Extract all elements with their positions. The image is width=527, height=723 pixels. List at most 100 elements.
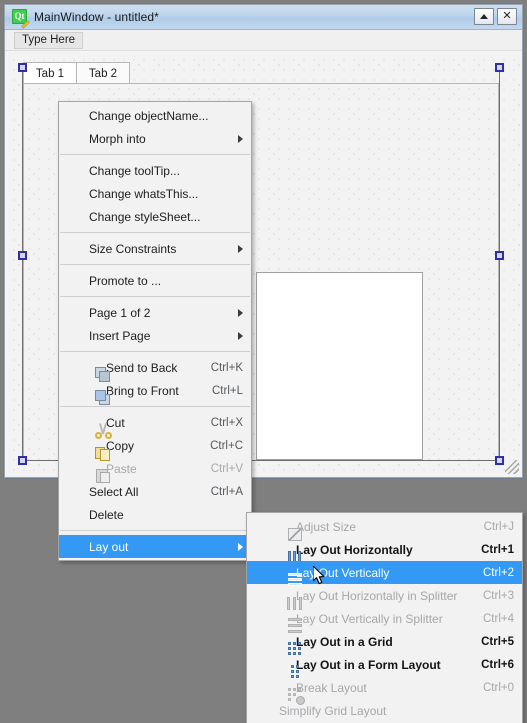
menu-item-label: Cut — [106, 415, 125, 430]
menu-item-label: Change toolTip... — [89, 163, 180, 178]
chevron-right-icon — [238, 134, 243, 143]
menu-item-label: Bring to Front — [106, 383, 179, 398]
menu-item-size-constraints[interactable]: Size Constraints — [59, 237, 251, 260]
menu-item-shortcut: Ctrl+J — [483, 520, 514, 533]
window-size-grip[interactable] — [505, 460, 519, 474]
menu-item-page-1-of-2[interactable]: Page 1 of 2 — [59, 301, 251, 324]
submenu-item-lay-out-in-a-form-layout[interactable]: Lay Out in a Form Layout Ctrl+6 — [247, 653, 522, 678]
menu-item-change-tooltip[interactable]: Change toolTip... — [59, 159, 251, 182]
up-arrow-icon — [480, 14, 488, 19]
restore-button[interactable] — [474, 8, 494, 25]
menu-item-shortcut: Ctrl+3 — [483, 589, 514, 602]
menu-item-change-stylesheet[interactable]: Change styleSheet... — [59, 205, 251, 228]
menu-item-shortcut: Ctrl+0 — [483, 681, 514, 694]
selection-edge-left — [22, 67, 23, 461]
menu-item-copy[interactable]: Copy Ctrl+C — [59, 434, 251, 461]
menu-item-shortcut: Ctrl+A — [210, 485, 243, 498]
menubar: Type Here — [5, 30, 522, 51]
resize-handle-bottom-right[interactable] — [495, 456, 504, 465]
menu-item-label: Lay out — [89, 539, 129, 554]
menu-item-label: Break Layout — [296, 680, 367, 695]
resize-handle-middle-right[interactable] — [495, 251, 504, 260]
menu-item-label: Send to Back — [106, 360, 178, 375]
menu-item-label: Simplify Grid Layout — [279, 703, 387, 718]
tab-1[interactable]: Tab 1 — [23, 62, 77, 84]
menu-item-label: Size Constraints — [89, 241, 177, 256]
menu-item-label: Lay Out in a Grid — [296, 634, 393, 649]
resize-handle-top-left[interactable] — [18, 63, 27, 72]
menu-item-label: Lay Out Vertically — [296, 565, 390, 580]
qt-designer-icon: Qt — [12, 9, 30, 29]
menu-item-shortcut: Ctrl+L — [212, 384, 243, 397]
menu-separator — [60, 530, 250, 531]
chevron-right-icon — [238, 308, 243, 317]
menu-item-shortcut: Ctrl+K — [210, 361, 243, 374]
submenu-item-simplify-grid-layout: Simplify Grid Layout — [247, 699, 522, 722]
submenu-item-lay-out-horizontally-in-splitter: Lay Out Horizontally in Splitter Ctrl+3 — [247, 584, 522, 610]
menu-item-shortcut: Ctrl+X — [210, 416, 243, 429]
screen: Qt MainWindow - untitled* ✕ Type Here Ta… — [0, 0, 527, 723]
menu-item-morph-into[interactable]: Morph into — [59, 127, 251, 150]
menu-item-shortcut: Ctrl+C — [210, 439, 243, 452]
menu-item-bring-to-front[interactable]: Bring to Front Ctrl+L — [59, 379, 251, 405]
menu-item-insert-page[interactable]: Insert Page — [59, 324, 251, 347]
menu-item-delete[interactable]: Delete — [59, 503, 251, 526]
menu-item-shortcut: Ctrl+V — [210, 462, 243, 475]
resize-handle-top-right[interactable] — [495, 63, 504, 72]
window-title: MainWindow - untitled* — [34, 10, 159, 24]
menu-item-promote-to[interactable]: Promote to ... — [59, 269, 251, 292]
menu-item-label: Adjust Size — [296, 519, 357, 534]
menu-item-label: Select All — [89, 484, 139, 499]
menu-item-shortcut: Ctrl+4 — [483, 612, 514, 625]
resize-handle-middle-left[interactable] — [18, 251, 27, 260]
menu-item-label: Morph into — [89, 131, 146, 146]
layout-submenu[interactable]: Adjust Size Ctrl+J Lay Out Horizontally … — [246, 512, 523, 723]
menu-item-lay-out[interactable]: Lay out — [59, 535, 251, 558]
menu-separator — [60, 154, 250, 155]
menu-item-label: Lay Out Vertically in Splitter — [296, 611, 443, 626]
menu-item-label: Copy — [106, 438, 135, 453]
menu-separator — [60, 296, 250, 297]
menu-item-label: Lay Out Horizontally — [296, 542, 413, 557]
menu-item-shortcut: Ctrl+5 — [481, 635, 514, 648]
menu-item-label: Change objectName... — [89, 108, 209, 123]
menu-item-paste: Paste Ctrl+V — [59, 457, 251, 483]
submenu-item-lay-out-in-a-grid[interactable]: Lay Out in a Grid Ctrl+5 — [247, 630, 522, 655]
selection-edge-right — [499, 67, 500, 461]
chevron-right-icon — [238, 244, 243, 253]
menu-item-shortcut: Ctrl+2 — [483, 566, 514, 579]
resize-handle-bottom-left[interactable] — [18, 456, 27, 465]
menu-item-change-whatsthis[interactable]: Change whatsThis... — [59, 182, 251, 205]
bring-to-front-icon — [95, 389, 112, 407]
menubar-type-here[interactable]: Type Here — [14, 31, 84, 49]
chevron-right-icon — [238, 331, 243, 340]
menu-item-send-to-back[interactable]: Send to Back Ctrl+K — [59, 356, 251, 382]
child-widget[interactable] — [256, 272, 423, 460]
window-titlebar[interactable]: Qt MainWindow - untitled* ✕ — [5, 5, 522, 30]
submenu-item-lay-out-vertically-in-splitter: Lay Out Vertically in Splitter Ctrl+4 — [247, 607, 522, 633]
menu-item-shortcut: Ctrl+1 — [481, 543, 514, 556]
close-button[interactable]: ✕ — [497, 8, 517, 25]
menu-item-label: Page 1 of 2 — [89, 305, 151, 320]
menu-item-label: Promote to ... — [89, 273, 162, 288]
menu-separator — [60, 351, 250, 352]
menu-item-select-all[interactable]: Select All Ctrl+A — [59, 480, 251, 503]
menu-item-cut[interactable]: Cut Ctrl+X — [59, 411, 251, 439]
menu-item-shortcut: Ctrl+6 — [481, 658, 514, 671]
menu-item-label: Delete — [89, 507, 124, 522]
context-menu[interactable]: Change objectName... Morph into Change t… — [58, 101, 252, 561]
tab-2[interactable]: Tab 2 — [76, 62, 130, 84]
tabbar: Tab 1 Tab 2 — [23, 61, 130, 84]
menu-item-label: Paste — [106, 461, 137, 476]
menu-item-label: Insert Page — [89, 328, 151, 343]
menu-item-change-objectname[interactable]: Change objectName... — [59, 104, 251, 127]
menu-separator — [60, 232, 250, 233]
menu-item-label: Change whatsThis... — [89, 186, 199, 201]
submenu-item-break-layout: Break Layout Ctrl+0 — [247, 676, 522, 705]
menu-separator — [60, 264, 250, 265]
submenu-item-lay-out-vertically[interactable]: Lay Out Vertically Ctrl+2 — [247, 561, 522, 586]
menu-item-label: Lay Out in a Form Layout — [296, 657, 441, 672]
menu-separator — [60, 406, 250, 407]
submenu-item-lay-out-horizontally[interactable]: Lay Out Horizontally Ctrl+1 — [247, 538, 522, 564]
window-controls: ✕ — [474, 8, 517, 25]
